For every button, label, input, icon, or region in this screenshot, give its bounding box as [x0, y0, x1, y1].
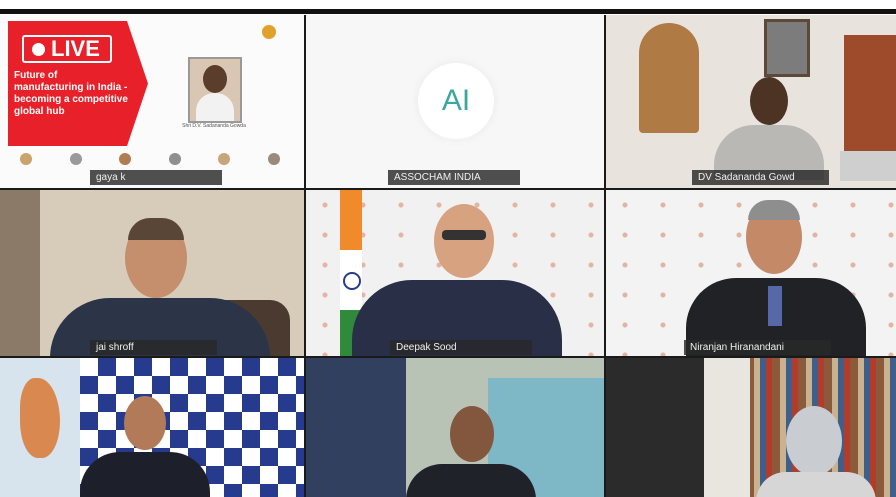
- desk-mic: [840, 151, 896, 181]
- nametag-jai-shroff: jai shroff: [90, 340, 217, 355]
- tile-participant-8[interactable]: [306, 358, 604, 497]
- top-border: [0, 9, 896, 14]
- tile-participant-7[interactable]: [0, 358, 304, 497]
- tile-dv-sadananda[interactable]: DV Sadananda Gowd: [606, 15, 896, 188]
- avatar: AI: [418, 63, 494, 139]
- nametag-niranjan-hiranandani: Niranjan Hiranandani: [684, 340, 831, 355]
- tile-jai-shroff[interactable]: jai shroff: [0, 190, 304, 356]
- tile-deepak-sood[interactable]: Deepak Sood: [306, 190, 604, 356]
- speaker-caption: Shri D.V. Sadananda Gowda: [182, 123, 246, 129]
- live-label: LIVE: [51, 36, 100, 61]
- assocham-logo-icon: [262, 25, 276, 39]
- person-figure: [80, 396, 210, 497]
- live-badge: LIVE: [22, 35, 112, 63]
- nametag-gaya-k: gaya k: [90, 170, 222, 185]
- logo-strip: [20, 153, 280, 167]
- door-frame: [704, 358, 750, 497]
- slide-title: Future of manufacturing in India - becom…: [14, 70, 128, 117]
- speaker-photo: [188, 57, 242, 123]
- tile-gaya-k[interactable]: LIVE Future of manufacturing in India - …: [0, 15, 304, 188]
- map-backdrop: [0, 358, 80, 497]
- wall-plaque: [639, 23, 699, 133]
- nametag-deepak-sood: Deepak Sood: [390, 340, 532, 355]
- avatar-initials: AI: [441, 84, 471, 117]
- tile-assocham-india[interactable]: AI ASSOCHAM INDIA: [306, 15, 604, 188]
- wall-frame: [764, 19, 810, 77]
- person-figure: [406, 406, 536, 497]
- window-top-bar: [0, 0, 896, 15]
- office-wall: [306, 358, 406, 497]
- live-dot-icon: [32, 42, 45, 56]
- person-figure: [686, 200, 866, 356]
- person-figure: [756, 406, 876, 497]
- tile-niranjan-hiranandani[interactable]: Niranjan Hiranandani: [606, 190, 896, 356]
- person-figure: [714, 77, 824, 180]
- nametag-assocham-india: ASSOCHAM INDIA: [388, 170, 520, 185]
- video-grid: LIVE Future of manufacturing in India - …: [0, 15, 896, 497]
- nametag-dv-sadananda: DV Sadananda Gowd: [692, 170, 829, 185]
- person-figure: [352, 204, 562, 356]
- wall-shadow: [0, 190, 40, 356]
- person-figure: [50, 218, 270, 356]
- tile-participant-9[interactable]: [606, 358, 896, 497]
